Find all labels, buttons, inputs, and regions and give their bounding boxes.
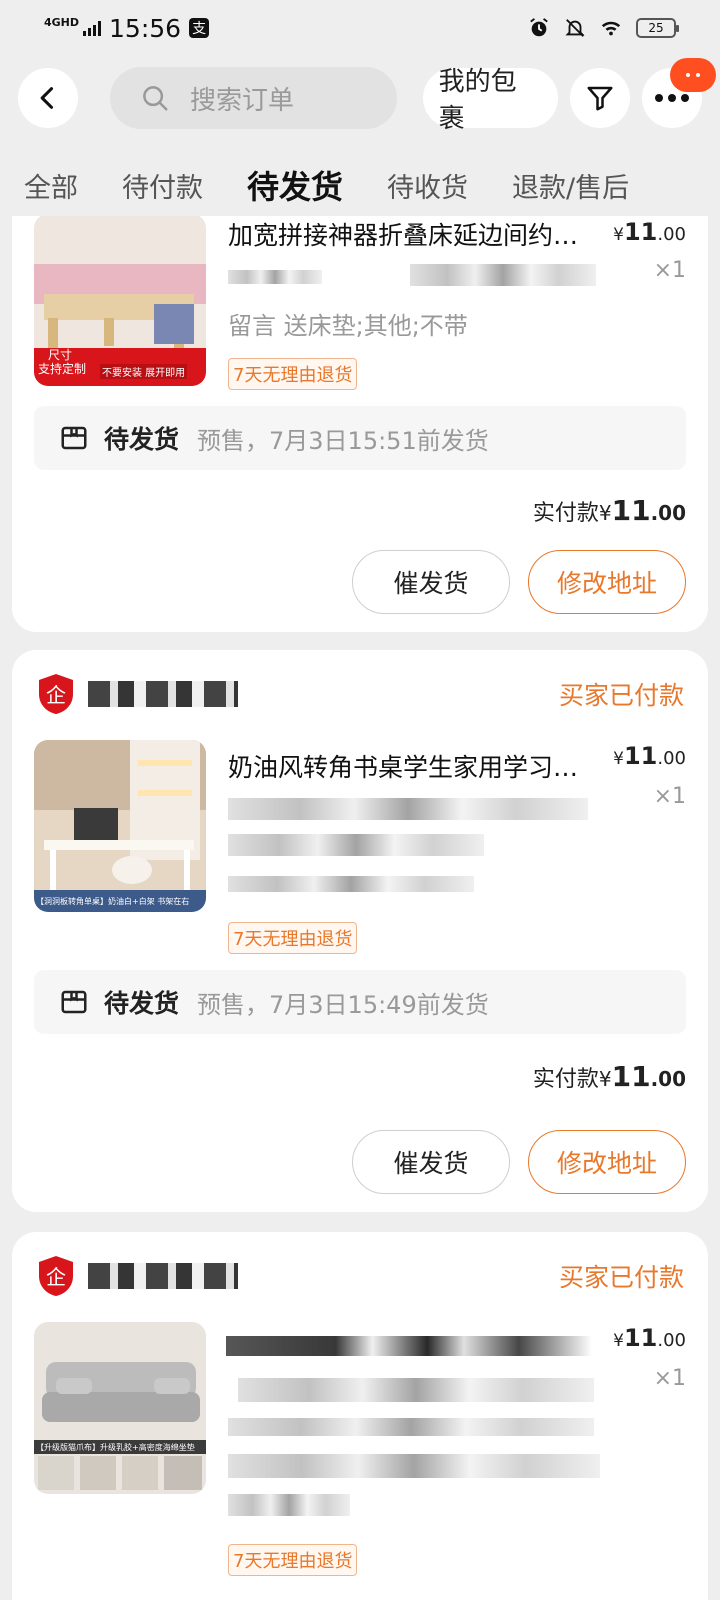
blurred-spec <box>228 798 588 820</box>
product-image-caption: 不要安装 展开即用 <box>100 364 188 379</box>
alarm-icon <box>530 18 548 37</box>
product-price: ¥11.00 <box>613 218 686 246</box>
network-type: 4GHD <box>44 15 80 29</box>
product-price: ¥11.00 <box>613 742 686 770</box>
battery-icon: 25 <box>636 18 679 38</box>
blurred-spec <box>228 270 322 284</box>
product-title[interactable]: 加宽拼接神器折叠床延边间约… <box>228 216 600 252</box>
product-image-caption: 尺寸 <box>48 348 73 362</box>
search-icon <box>143 86 168 111</box>
message-badge <box>670 58 716 92</box>
tab-refund[interactable]: 退款/售后 <box>512 166 629 205</box>
package-icon <box>61 426 87 450</box>
product-image[interactable]: 【升级版猫爪布】升级乳胶+高密度海绵坐垫 <box>34 1322 206 1494</box>
app-notification-icon: 支 <box>189 18 210 38</box>
my-packages-button[interactable]: 我的包裹 <box>422 67 558 134</box>
search-input[interactable]: 搜索订单 <box>110 67 397 129</box>
wifi-icon <box>601 21 621 36</box>
blurred-spec <box>410 264 596 286</box>
order-list[interactable]: 尺寸 支持定制 不要安装 展开即用 加宽拼接神器折叠床延边间约… ¥11.00 … <box>0 216 720 1600</box>
amount-paid: 实付款¥11.00 <box>532 494 686 527</box>
blurred-spec <box>228 1418 594 1436</box>
shop-name-redacted <box>88 681 238 707</box>
shipping-status-box[interactable]: 待发货 预售，7月3日15:51前发货 <box>34 406 686 470</box>
blurred-spec <box>238 1378 594 1402</box>
tab-pending-payment[interactable]: 待付款 <box>122 166 203 205</box>
product-image-caption: 支持定制 <box>38 362 87 376</box>
shop-badge-icon: 企 <box>39 1256 73 1296</box>
battery-level: 25 <box>648 21 664 35</box>
chevron-left-icon <box>40 87 54 109</box>
order-card: 企 买家已付款 【洞洞板转角单桌】奶油白+白架 书架在右 奶油风转角书桌学生家用… <box>12 650 708 1212</box>
remind-shipment-button[interactable]: 催发货 <box>352 550 510 614</box>
blurred-spec <box>228 1494 350 1516</box>
shipping-deadline: 预售，7月3日15:51前发货 <box>197 426 489 455</box>
return-policy-tag: 7天无理由退货 <box>228 1544 358 1576</box>
product-image-caption: 【升级版猫爪布】升级乳胶+高密度海绵坐垫 <box>36 1443 195 1452</box>
shop-name-redacted <box>88 1263 238 1289</box>
shipping-status-label: 待发货 <box>104 989 180 1018</box>
blurred-spec <box>228 1454 600 1478</box>
clock: 15:56 <box>109 13 182 43</box>
amount-paid: 实付款¥11.00 <box>532 1060 686 1093</box>
search-placeholder: 搜索订单 <box>190 85 295 116</box>
tab-pending-receipt[interactable]: 待收货 <box>387 166 468 205</box>
shipping-status-box[interactable]: 待发货 预售，7月3日15:49前发货 <box>34 970 686 1034</box>
product-quantity: ×1 <box>653 258 686 283</box>
shop-header[interactable]: 企 买家已付款 <box>36 670 684 718</box>
order-status: 买家已付款 <box>558 1263 684 1292</box>
tab-pending-shipment[interactable]: 待发货 <box>247 162 343 208</box>
order-status: 买家已付款 <box>558 681 684 710</box>
filter-icon <box>587 86 613 111</box>
svg-text:企: 企 <box>46 683 66 707</box>
product-image[interactable]: 尺寸 支持定制 不要安装 展开即用 <box>34 216 206 386</box>
shipping-status-label: 待发货 <box>104 425 180 454</box>
shop-header[interactable]: 企 买家已付款 <box>36 1252 684 1300</box>
more-dots-icon <box>655 94 689 102</box>
blurred-spec <box>228 834 484 856</box>
order-tabs: 全部 待付款 待发货 待收货 退款/售后 <box>0 150 720 220</box>
svg-text:企: 企 <box>46 1265 66 1289</box>
return-policy-tag: 7天无理由退货 <box>228 922 358 954</box>
tab-all[interactable]: 全部 <box>24 166 78 205</box>
product-image[interactable]: 【洞洞板转角单桌】奶油白+白架 书架在右 <box>34 740 206 912</box>
product-image-caption: 【洞洞板转角单桌】奶油白+白架 书架在右 <box>36 897 190 906</box>
blurred-title <box>226 1336 592 1356</box>
signal-icon <box>83 20 102 36</box>
edit-address-button[interactable]: 修改地址 <box>528 1130 686 1194</box>
shop-badge-icon: 企 <box>39 674 73 714</box>
mute-bell-icon <box>565 19 585 37</box>
product-price: ¥11.00 <box>613 1324 686 1352</box>
order-card: 尺寸 支持定制 不要安装 展开即用 加宽拼接神器折叠床延边间约… ¥11.00 … <box>12 216 708 632</box>
back-button[interactable] <box>18 68 78 128</box>
edit-address-button[interactable]: 修改地址 <box>528 550 686 614</box>
order-card: 企 买家已付款 【升级版猫爪布】升级乳胶+高密度海绵坐垫 ¥11.00 ×1 7… <box>12 1232 708 1600</box>
order-note: 留言 送床垫;其他;不带 <box>228 312 468 340</box>
more-button[interactable] <box>642 58 716 128</box>
top-bar: 搜索订单 我的包裹 <box>0 56 720 140</box>
shipping-deadline: 预售，7月3日15:49前发货 <box>197 990 489 1019</box>
product-title[interactable]: 奶油风转角书桌学生家用学习… <box>228 748 600 784</box>
product-quantity: ×1 <box>653 784 686 809</box>
status-bar: 4GHD 15:56 支 25 <box>0 0 720 56</box>
blurred-spec <box>228 876 474 892</box>
remind-shipment-button[interactable]: 催发货 <box>352 1130 510 1194</box>
package-icon <box>61 990 87 1014</box>
product-quantity: ×1 <box>653 1366 686 1391</box>
filter-button[interactable] <box>570 68 630 128</box>
return-policy-tag: 7天无理由退货 <box>228 358 358 390</box>
